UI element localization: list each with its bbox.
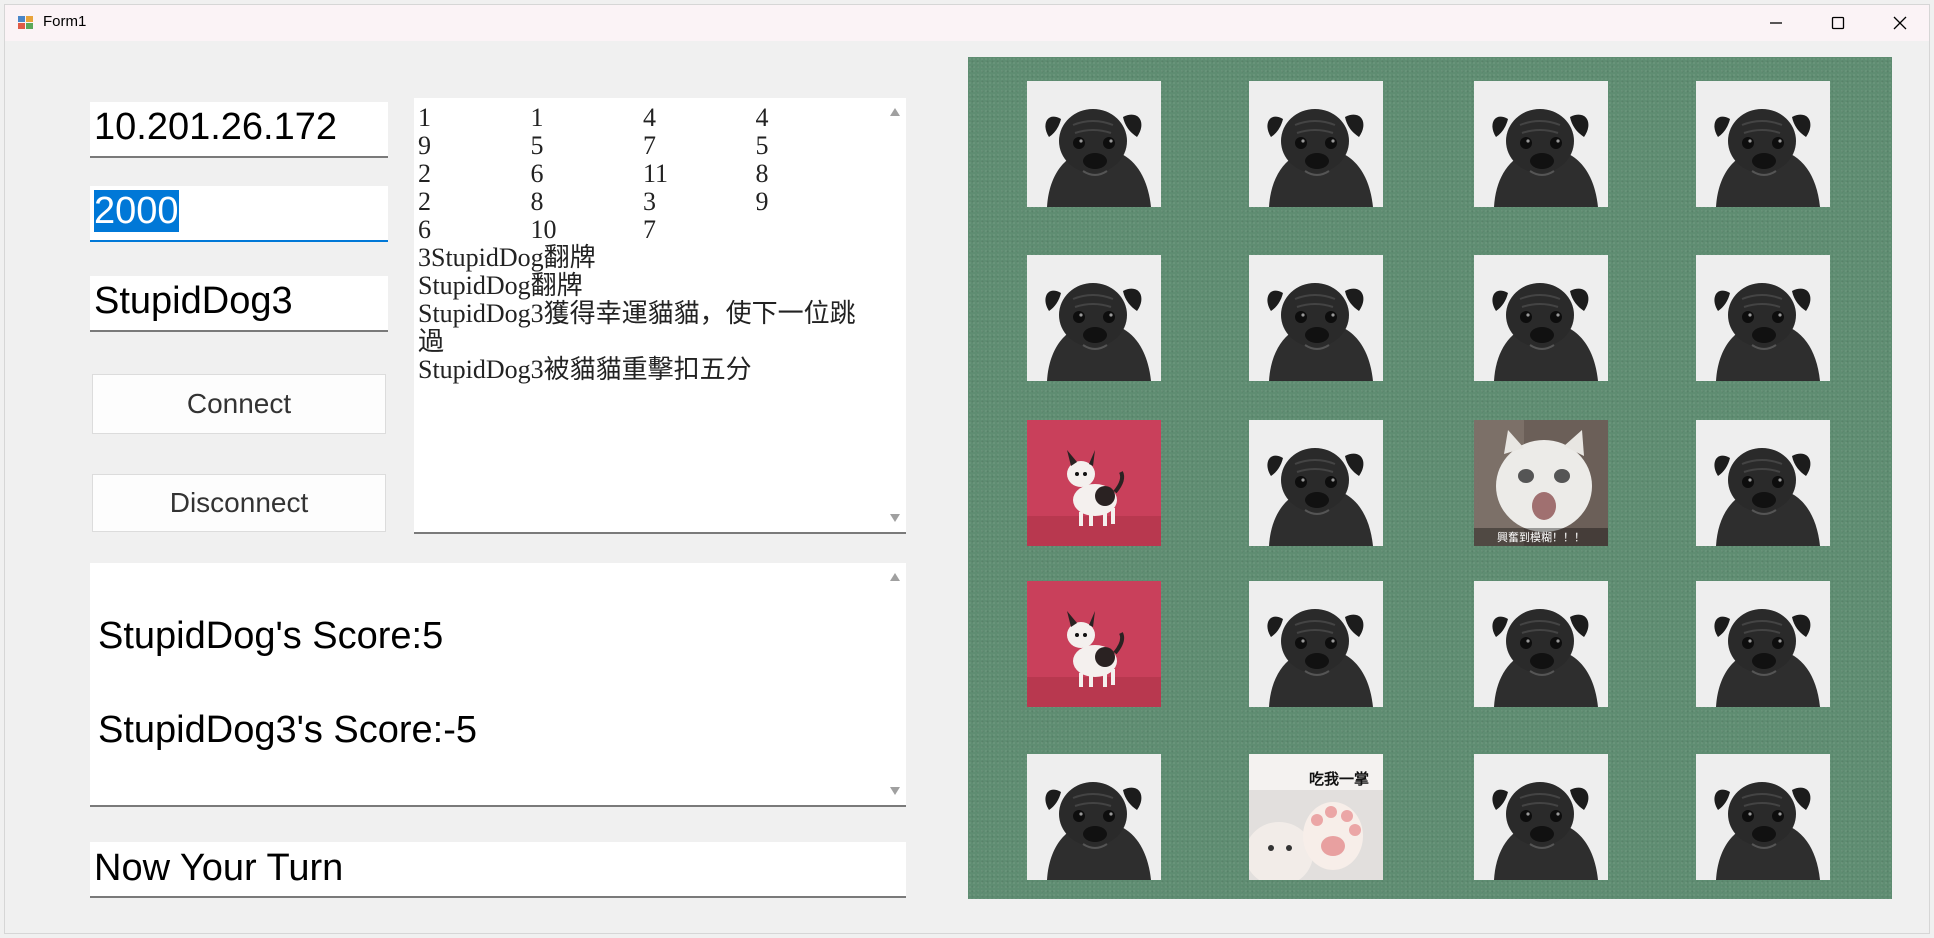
log-line: StupidDog3被貓貓重擊扣五分 [418,355,752,384]
card-pug[interactable] [1249,581,1383,707]
log-number: 6 [530,159,544,188]
pug-image [1696,255,1830,381]
log-textbox[interactable]: 1 1 4 4 9 5 7 5 2 6 11 8 2 8 3 9 6 10 7 [414,98,906,534]
maximize-icon [1831,16,1845,30]
close-icon [1893,16,1907,30]
turn-status: Now Your Turn [90,842,906,898]
connect-button[interactable]: Connect [92,374,386,434]
card-pug[interactable] [1027,255,1161,381]
log-number: 9 [755,187,769,216]
scroll-down-icon[interactable] [890,514,900,522]
scroll-up-icon[interactable] [890,108,900,116]
pug-image [1696,420,1830,546]
card-pug[interactable] [1696,420,1830,546]
log-number: 4 [755,103,769,132]
log-scrollbar[interactable] [884,98,906,532]
card-pug[interactable] [1696,754,1830,880]
card-pug[interactable] [1696,581,1830,707]
pug-image [1249,420,1383,546]
log-number: 4 [643,103,656,132]
minimize-icon [1770,22,1782,24]
log-number: 10 [530,215,557,244]
pug-image [1474,754,1608,880]
log-number: 1 [418,103,431,132]
card-pug[interactable] [1474,581,1608,707]
log-number-row: 6 10 7 [418,216,868,244]
card-pug[interactable] [1696,255,1830,381]
pug-image [1249,581,1383,707]
chihuahua-image [1027,420,1161,546]
card-pug[interactable] [1027,754,1161,880]
log-content: 1 1 4 4 9 5 7 5 2 6 11 8 2 8 3 9 6 10 7 [418,104,868,384]
card-chihuahua[interactable] [1027,420,1161,546]
pug-image [1027,81,1161,207]
game-board: 興奮到模糊！！！ 吃我一掌 [968,57,1892,899]
log-number: 2 [418,187,431,216]
card-pug[interactable] [1027,81,1161,207]
card-pug[interactable] [1249,420,1383,546]
score-scrollbar[interactable] [884,563,906,805]
log-number: 7 [643,215,656,244]
close-button[interactable] [1869,5,1931,41]
log-number-row: 9 5 7 5 [418,132,868,160]
card-cat-shocked[interactable]: 興奮到模糊！！！ [1474,420,1608,546]
log-number [756,216,869,244]
cat-paw-image: 吃我一掌 [1249,754,1383,880]
minimize-button[interactable] [1745,5,1807,41]
card-pug[interactable] [1249,81,1383,207]
card-chihuahua[interactable] [1027,581,1161,707]
card-cat-paw[interactable]: 吃我一掌 [1249,754,1383,880]
scroll-down-icon[interactable] [890,787,900,795]
pug-image [1249,255,1383,381]
log-number: 11 [643,159,669,188]
pug-image [1696,581,1830,707]
cat-shocked-image: 興奮到模糊！！！ [1474,420,1608,546]
pug-image [1027,255,1161,381]
card-pug[interactable] [1474,255,1608,381]
pug-image [1249,81,1383,207]
pug-image [1474,581,1608,707]
cat-paw-caption: 吃我一掌 [1309,770,1369,788]
log-number: 8 [755,159,769,188]
card-pug[interactable] [1474,81,1608,207]
cat-shocked-caption: 興奮到模糊！！！ [1497,530,1585,544]
log-number-row: 2 8 3 9 [418,188,868,216]
name-input[interactable]: StupidDog3 [90,276,388,332]
log-number: 5 [755,131,769,160]
log-number: 7 [643,131,656,160]
card-pug[interactable] [1696,81,1830,207]
log-number: 6 [418,215,431,244]
log-number: 9 [418,131,431,160]
title-bar: Form1 [5,5,1929,41]
scroll-up-icon[interactable] [890,573,900,581]
disconnect-button[interactable]: Disconnect [92,474,386,532]
pug-image [1027,754,1161,880]
log-number: 3 [643,187,656,216]
log-line: 3StupidDog翻牌 [418,243,596,272]
maximize-button[interactable] [1807,5,1869,41]
port-value: 2000 [94,190,179,232]
log-number: 8 [530,187,544,216]
log-number: 5 [530,131,544,160]
card-pug[interactable] [1474,754,1608,880]
log-number-row: 2 6 11 8 [418,160,868,188]
pug-image [1474,255,1608,381]
log-number: 2 [418,159,431,188]
score-textbox[interactable]: StupidDog's Score:5 StupidDog3's Score:-… [90,563,906,807]
port-input[interactable]: 2000 [90,186,388,242]
log-line: StupidDog3獲得幸運貓貓，使下一位跳過 [418,299,856,356]
pug-image [1474,81,1608,207]
pug-image [1696,81,1830,207]
score-line-1: StupidDog's Score:5 [98,615,444,657]
app-icon [18,16,33,29]
chihuahua-image [1027,581,1161,707]
pug-image [1696,754,1830,880]
window-title: Form1 [43,13,87,30]
log-number-row: 1 1 4 4 [418,104,868,132]
ip-input[interactable]: 10.201.26.172 [90,102,388,158]
log-line: StupidDog翻牌 [418,271,583,300]
log-number: 1 [530,103,544,132]
card-pug[interactable] [1249,255,1383,381]
score-line-2: StupidDog3's Score:-5 [98,709,478,751]
